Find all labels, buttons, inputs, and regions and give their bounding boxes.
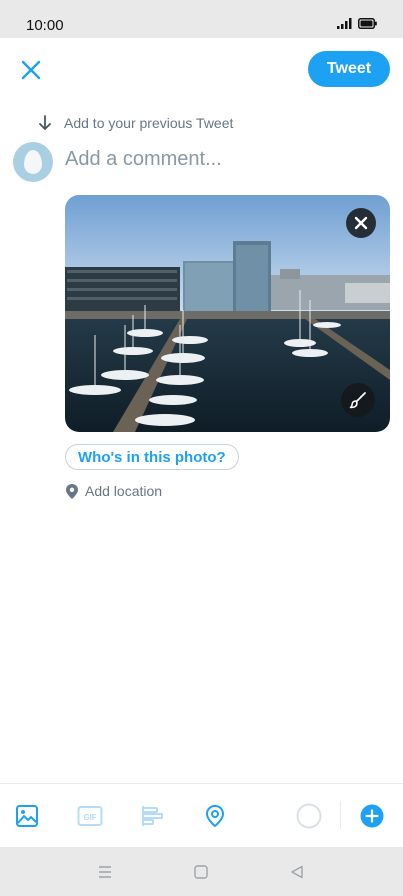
- add-poll-button[interactable]: [139, 802, 167, 830]
- add-gif-button[interactable]: GIF: [76, 802, 104, 830]
- back-icon: [291, 865, 303, 879]
- screen-top: [0, 38, 403, 48]
- add-location-button[interactable]: Add location: [66, 483, 162, 499]
- menu-icon: [99, 866, 111, 878]
- add-location-label: Add location: [85, 483, 163, 499]
- avatar[interactable]: [13, 142, 53, 182]
- gif-label: GIF: [83, 813, 96, 822]
- toolbar-divider: [340, 801, 341, 829]
- reply-hint-label: Add to your previous Tweet: [64, 115, 234, 131]
- system-nav-bar: [0, 847, 403, 896]
- reply-hint: Add to your previous Tweet: [38, 115, 233, 131]
- status-time: 10:00: [26, 17, 64, 34]
- location-icon: [205, 804, 225, 828]
- gif-icon: GIF: [77, 806, 103, 826]
- signal-icon: [337, 18, 352, 29]
- edit-photo-button[interactable]: [341, 383, 375, 417]
- home-button[interactable]: [191, 863, 211, 881]
- tag-people-button[interactable]: Who's in this photo?: [65, 444, 239, 470]
- arrow-down-icon: [39, 115, 51, 130]
- comment-input[interactable]: [65, 148, 385, 171]
- plus-circle-icon: [360, 804, 384, 828]
- default-egg-icon: [24, 150, 42, 174]
- battery-icon: [358, 18, 377, 29]
- character-count-indicator: [295, 802, 323, 830]
- close-icon: [354, 216, 368, 230]
- close-button[interactable]: [16, 56, 46, 86]
- progress-ring-icon: [296, 803, 322, 829]
- add-location-tool-button[interactable]: [201, 802, 229, 830]
- back-button[interactable]: [287, 863, 307, 881]
- close-icon: [21, 60, 41, 80]
- paintbrush-icon: [349, 392, 366, 409]
- compose-toolbar: GIF: [0, 783, 403, 847]
- home-icon: [194, 865, 208, 879]
- menu-button[interactable]: [95, 863, 115, 881]
- add-thread-button[interactable]: [358, 802, 386, 830]
- poll-icon: [142, 806, 163, 826]
- status-icons: [337, 18, 377, 29]
- location-pin-icon: [66, 483, 78, 499]
- tweet-button[interactable]: Tweet: [308, 51, 390, 87]
- add-image-button[interactable]: [13, 802, 41, 830]
- image-icon: [16, 805, 38, 827]
- remove-photo-button[interactable]: [346, 208, 376, 238]
